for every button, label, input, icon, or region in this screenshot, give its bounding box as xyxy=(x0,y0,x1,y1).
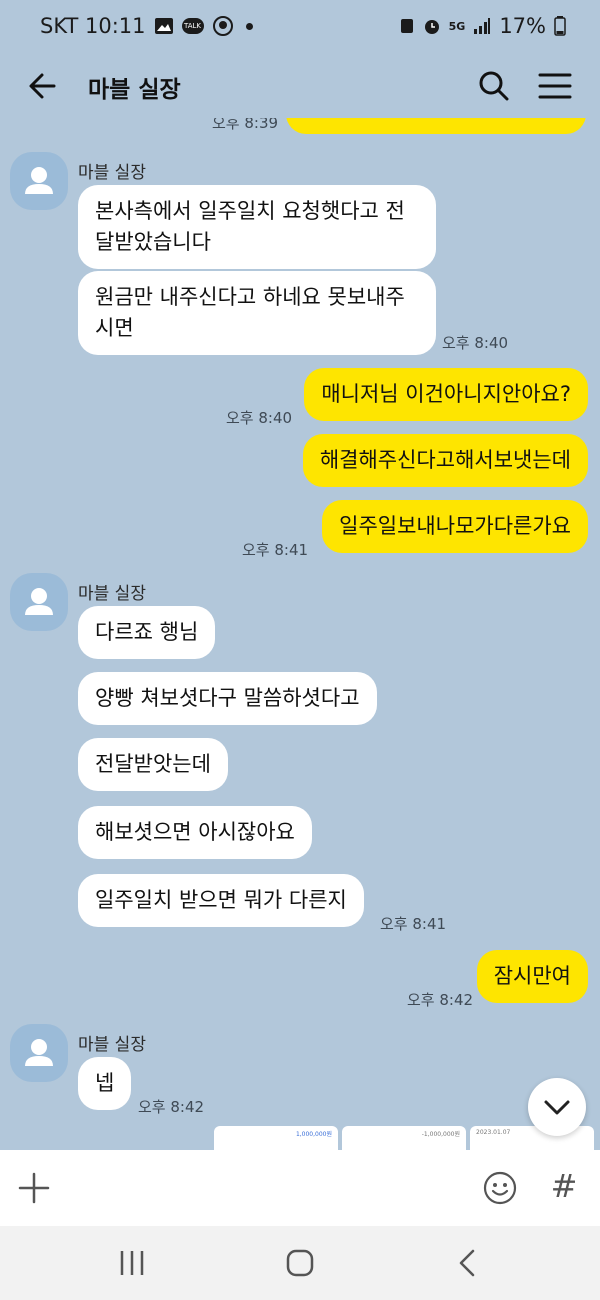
back-nav-icon xyxy=(459,1249,475,1277)
message-bubble-outgoing[interactable]: 해결해주신다고해서보냇는데 xyxy=(302,434,588,487)
chat-header: 마블 실장 xyxy=(0,54,600,118)
default-profile-icon xyxy=(25,588,53,615)
chevron-down-icon xyxy=(544,1100,570,1115)
hamburger-menu-icon xyxy=(538,73,572,99)
message-time: 오후 8:41 xyxy=(242,541,309,559)
network-type: 5G xyxy=(448,19,466,33)
message-time: 오후 8:42 xyxy=(138,1098,205,1116)
image-thumbnail[interactable]: 1,000,000원 xyxy=(214,1126,338,1150)
default-profile-icon xyxy=(25,167,53,194)
carrier-time: SKT 10:11 xyxy=(40,14,146,38)
message-bubble-incoming[interactable]: 일주일치 받으면 뭐가 다른지 xyxy=(78,874,364,927)
sender-name: 마블 실장 xyxy=(78,1035,146,1055)
smiley-icon xyxy=(483,1171,517,1205)
message-time: 오후 8:42 xyxy=(407,991,474,1009)
message-bubble-outgoing[interactable]: 잠시만여 xyxy=(476,950,588,1003)
emoji-button[interactable] xyxy=(482,1170,518,1206)
system-nav-bar xyxy=(0,1226,600,1300)
arrow-left-icon xyxy=(29,73,56,99)
image-thumbnails[interactable]: 1,000,000원 -1,000,000원 2023.01.07 xyxy=(214,1126,594,1150)
chat-title: 마블 실장 xyxy=(88,77,181,103)
hashtag-button[interactable]: # xyxy=(546,1166,582,1206)
message-time: 오후 8:40 xyxy=(442,334,509,352)
sender-name: 마블 실장 xyxy=(78,584,146,604)
attach-button[interactable] xyxy=(16,1170,52,1206)
message-bubble-incoming[interactable]: 원금만 내주신다고 하네요 못보내주시면 xyxy=(78,271,436,355)
back-nav-button[interactable] xyxy=(448,1248,488,1278)
scroll-to-bottom-button[interactable] xyxy=(528,1078,586,1136)
search-icon xyxy=(479,71,509,101)
message-time: 오후 8:39 xyxy=(212,118,279,132)
image-thumbnail[interactable]: 2023.01.07 xyxy=(470,1126,594,1150)
gallery-icon xyxy=(154,18,173,34)
status-bar: SKT 10:11 TALK 5G 17% xyxy=(0,0,600,54)
chat-area[interactable]: 오후 8:39 마블 실장 본사측에서 일주일치 요청햇다고 전달받았습니다 원… xyxy=(0,118,600,1150)
message-bubble-incoming[interactable]: 본사측에서 일주일치 요청햇다고 전달받았습니다 xyxy=(78,185,436,269)
menu-button[interactable] xyxy=(532,66,578,106)
signal-icon xyxy=(474,18,491,34)
message-input-bar[interactable]: # xyxy=(0,1150,600,1226)
message-time: 오후 8:40 xyxy=(226,409,293,427)
message-bubble-outgoing[interactable]: 매니저님 이건아니지안아요? xyxy=(304,368,588,421)
message-bubble-incoming[interactable]: 전달받앗는데 xyxy=(78,738,228,791)
home-button[interactable] xyxy=(280,1248,320,1278)
message-time: 오후 8:41 xyxy=(380,915,447,933)
home-icon xyxy=(286,1249,314,1277)
recent-apps-icon xyxy=(120,1251,144,1275)
message-bubble-outgoing-partial[interactable] xyxy=(286,118,586,134)
battery-level: 17% xyxy=(499,14,546,38)
alarm-icon xyxy=(424,20,439,34)
default-profile-icon xyxy=(25,1039,53,1066)
image-thumbnail[interactable]: -1,000,000원 xyxy=(342,1126,466,1150)
message-bubble-incoming[interactable]: 해보셧으면 아시잖아요 xyxy=(78,806,312,859)
recycle-icon xyxy=(400,19,413,33)
back-button[interactable] xyxy=(24,66,64,106)
sender-name: 마블 실장 xyxy=(78,163,146,183)
message-bubble-incoming[interactable]: 넵 xyxy=(78,1057,132,1110)
avatar[interactable] xyxy=(10,1024,68,1082)
battery-icon xyxy=(554,16,566,36)
dot-icon xyxy=(245,22,253,30)
search-button[interactable] xyxy=(474,66,514,106)
talk-icon: TALK xyxy=(181,18,204,34)
avatar[interactable] xyxy=(10,152,68,210)
message-bubble-outgoing[interactable]: 일주일보내나모가다른가요 xyxy=(322,500,588,553)
avatar[interactable] xyxy=(10,573,68,631)
app-notification-icon xyxy=(212,16,233,36)
plus-icon xyxy=(18,1172,50,1204)
message-bubble-incoming[interactable]: 양빵 쳐보셧다구 말씀하셧다고 xyxy=(78,672,377,725)
message-bubble-incoming[interactable]: 다르죠 행님 xyxy=(78,606,216,659)
recent-apps-button[interactable] xyxy=(112,1248,152,1278)
